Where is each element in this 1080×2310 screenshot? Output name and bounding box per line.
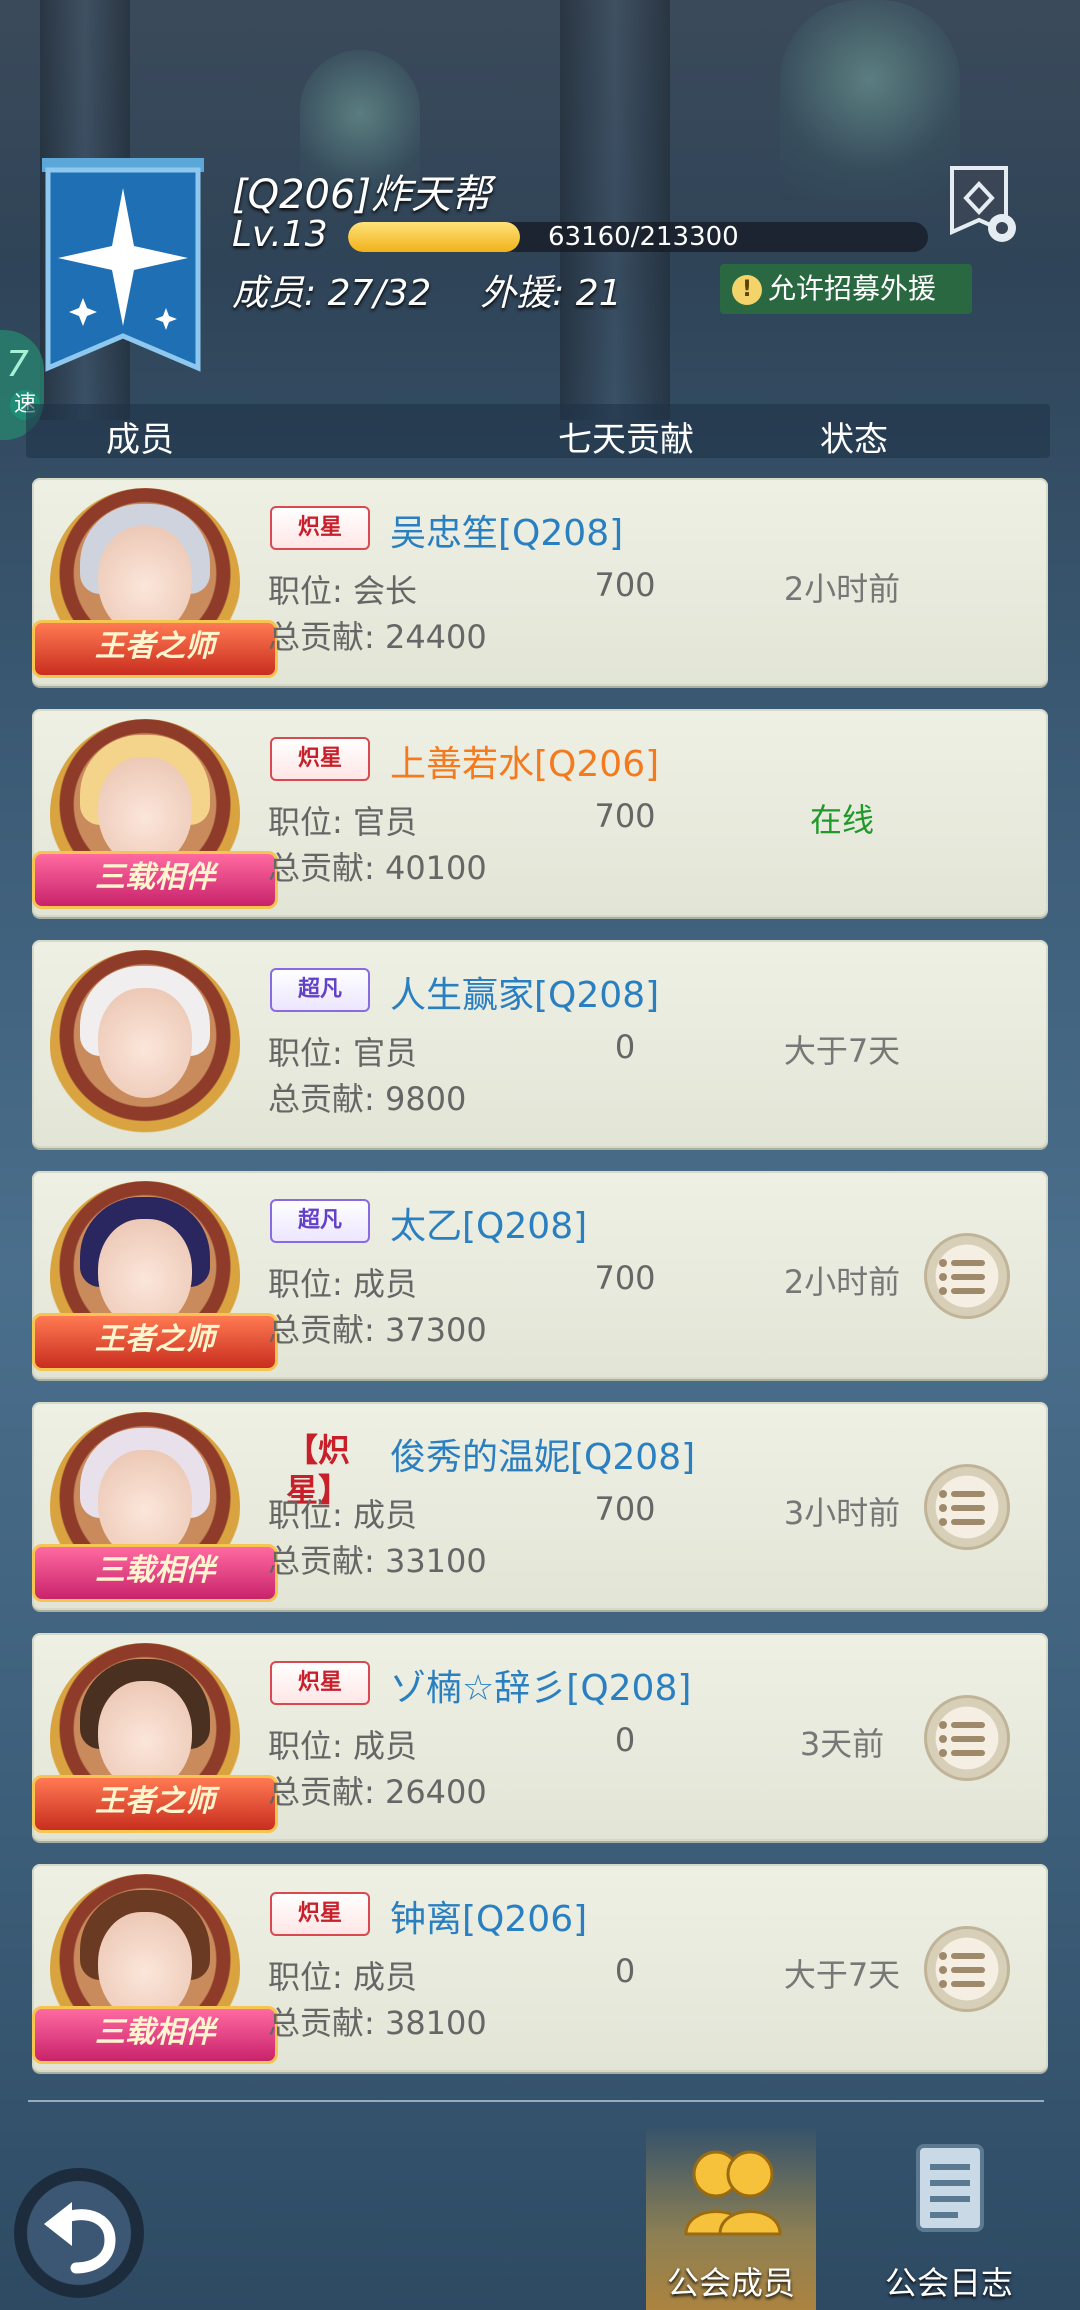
member-row[interactable]: 三载相伴 炽星 钟离[Q206] 职位: 成员总贡献: 38100 0 大于7天 bbox=[32, 1864, 1048, 2072]
member-role: 职位: 成员 bbox=[268, 1496, 417, 1534]
member-row[interactable]: 超凡 人生赢家[Q208] 职位: 官员总贡献: 9800 0 大于7天 bbox=[32, 940, 1048, 1148]
member-title-ribbon: 王者之师 bbox=[32, 1313, 278, 1371]
member-rank-badge: 炽星 bbox=[270, 1661, 370, 1705]
guild-level: Lv.13 bbox=[232, 214, 328, 255]
member-status: 3天前 bbox=[799, 1725, 885, 1763]
member-list-header: 成员 七天贡献 状态 bbox=[26, 404, 1050, 460]
member-total-contribution: 总贡献: 38100 bbox=[268, 2004, 487, 2042]
member-rank-badge: 炽星 bbox=[270, 737, 370, 781]
member-menu-button[interactable] bbox=[924, 1464, 1010, 1550]
guild-xp-fill bbox=[348, 222, 520, 252]
member-row[interactable]: 三载相伴 【炽星】 俊秀的温妮[Q208] 职位: 成员总贡献: 33100 700 3小… bbox=[32, 1402, 1048, 1610]
tab-guild-members[interactable]: 公会成员 bbox=[646, 2124, 816, 2310]
member-status: 大于7天 bbox=[783, 1956, 901, 1994]
member-weekly-contribution: 0 bbox=[614, 1952, 636, 1990]
tab-guild-log-label: 公会日志 bbox=[884, 2264, 1013, 2302]
member-rank-badge: 炽星 bbox=[270, 1892, 370, 1936]
member-rank-badge: 【炽星】 bbox=[285, 1431, 350, 1509]
member-name: 上善若水[Q206] bbox=[390, 744, 660, 785]
member-menu-button[interactable] bbox=[924, 1233, 1010, 1319]
members-icon bbox=[684, 2150, 782, 2236]
guild-xp-text: 63160/213300 bbox=[548, 222, 739, 252]
bg-pillar bbox=[560, 0, 670, 420]
bg-stained-window bbox=[780, 0, 960, 200]
member-name: 吴忠笙[Q208] bbox=[390, 513, 624, 554]
member-menu-button[interactable] bbox=[924, 1926, 1010, 2012]
guild-settings-button[interactable] bbox=[944, 162, 1024, 252]
member-weekly-contribution: 700 bbox=[594, 566, 656, 604]
member-status: 2小时前 bbox=[783, 570, 901, 608]
member-weekly-contribution: 700 bbox=[594, 797, 656, 835]
member-rank-badge: 超凡 bbox=[270, 968, 370, 1012]
member-title-ribbon: 三载相伴 bbox=[32, 1544, 278, 1602]
tab-guild-log[interactable]: 公会日志 bbox=[864, 2124, 1034, 2310]
member-role: 职位: 会长 bbox=[268, 572, 417, 610]
member-role: 职位: 成员 bbox=[268, 1727, 417, 1765]
avatar-face bbox=[98, 988, 192, 1098]
member-status: 大于7天 bbox=[783, 1032, 901, 1070]
member-role: 职位: 官员 bbox=[268, 1034, 417, 1072]
column-weekly-contribution: 七天贡献 bbox=[558, 420, 694, 460]
member-role: 职位: 成员 bbox=[268, 1265, 417, 1303]
member-weekly-contribution: 0 bbox=[614, 1721, 636, 1759]
member-total-contribution: 总贡献: 37300 bbox=[268, 1311, 487, 1349]
member-weekly-contribution: 700 bbox=[594, 1259, 656, 1297]
member-name: 太乙[Q208] bbox=[390, 1206, 588, 1247]
member-total-contribution: 总贡献: 9800 bbox=[268, 1080, 467, 1118]
member-title-ribbon: 王者之师 bbox=[32, 620, 278, 678]
member-title-ribbon: 三载相伴 bbox=[32, 851, 278, 909]
log-icon bbox=[916, 2144, 984, 2232]
member-total-contribution: 总贡献: 33100 bbox=[268, 1542, 487, 1580]
member-name: 人生赢家[Q208] bbox=[390, 975, 660, 1016]
member-name: ゾ楠☆辞彡[Q208] bbox=[390, 1668, 692, 1709]
member-title-ribbon: 王者之师 bbox=[32, 1775, 278, 1833]
member-total-contribution: 总贡献: 40100 bbox=[268, 849, 487, 887]
allow-recruit-aid-toggle[interactable]: ! 允许招募外援 bbox=[720, 264, 972, 314]
back-button[interactable] bbox=[14, 2168, 144, 2298]
member-avatar[interactable] bbox=[50, 950, 240, 1140]
member-row[interactable]: 王者之师 超凡 太乙[Q208] 职位: 成员总贡献: 37300 700 2小时前 bbox=[32, 1171, 1048, 1379]
member-title-ribbon: 三载相伴 bbox=[32, 2006, 278, 2064]
exclamation-icon: ! bbox=[732, 275, 762, 305]
member-status: 3小时前 bbox=[783, 1494, 901, 1532]
member-weekly-contribution: 0 bbox=[614, 1028, 636, 1066]
member-row[interactable]: 王者之师 炽星 ゾ楠☆辞彡[Q208] 职位: 成员总贡献: 26400 0 3天前 bbox=[32, 1633, 1048, 1841]
back-arrow-icon bbox=[44, 2202, 116, 2274]
member-name: 钟离[Q206] bbox=[390, 1899, 588, 1940]
member-total-contribution: 总贡献: 26400 bbox=[268, 1773, 487, 1811]
guild-name: [Q206]炸天帮 bbox=[232, 172, 492, 218]
member-menu-button[interactable] bbox=[924, 1695, 1010, 1781]
column-status: 状态 bbox=[820, 420, 888, 460]
member-row[interactable]: 王者之师 炽星 吴忠笙[Q208] 职位: 会长总贡献: 24400 700 2小时前 bbox=[32, 478, 1048, 686]
aid-count-label: 外援: 21 bbox=[480, 273, 622, 314]
member-count-label: 成员: 27/32 bbox=[232, 273, 432, 314]
speed-number: 7 bbox=[6, 344, 29, 385]
tab-guild-members-label: 公会成员 bbox=[666, 2264, 795, 2302]
member-rank-badge: 超凡 bbox=[270, 1199, 370, 1243]
star-banner-icon bbox=[42, 158, 204, 372]
column-member: 成员 bbox=[106, 420, 174, 460]
member-name: 俊秀的温妮[Q208] bbox=[390, 1437, 696, 1478]
member-status: 在线 bbox=[809, 801, 874, 839]
guild-member-count: 成员: 27/32 外援: 21 bbox=[232, 264, 622, 316]
member-weekly-contribution: 700 bbox=[594, 1490, 656, 1528]
member-total-contribution: 总贡献: 24400 bbox=[268, 618, 487, 656]
member-role: 职位: 官员 bbox=[268, 803, 417, 841]
member-role: 职位: 成员 bbox=[268, 1958, 417, 1996]
member-rank-badge: 炽星 bbox=[270, 506, 370, 550]
banner-settings-icon bbox=[950, 166, 1016, 242]
member-status: 2小时前 bbox=[783, 1263, 901, 1301]
guild-xp-bar: 63160/213300 bbox=[348, 222, 928, 252]
member-row[interactable]: 三载相伴 炽星 上善若水[Q206] 职位: 官员总贡献: 40100 700 在线 bbox=[32, 709, 1048, 917]
recruit-label: 允许招募外援 bbox=[768, 272, 937, 305]
bottom-divider bbox=[28, 2100, 1044, 2102]
guild-banner[interactable] bbox=[38, 158, 208, 378]
